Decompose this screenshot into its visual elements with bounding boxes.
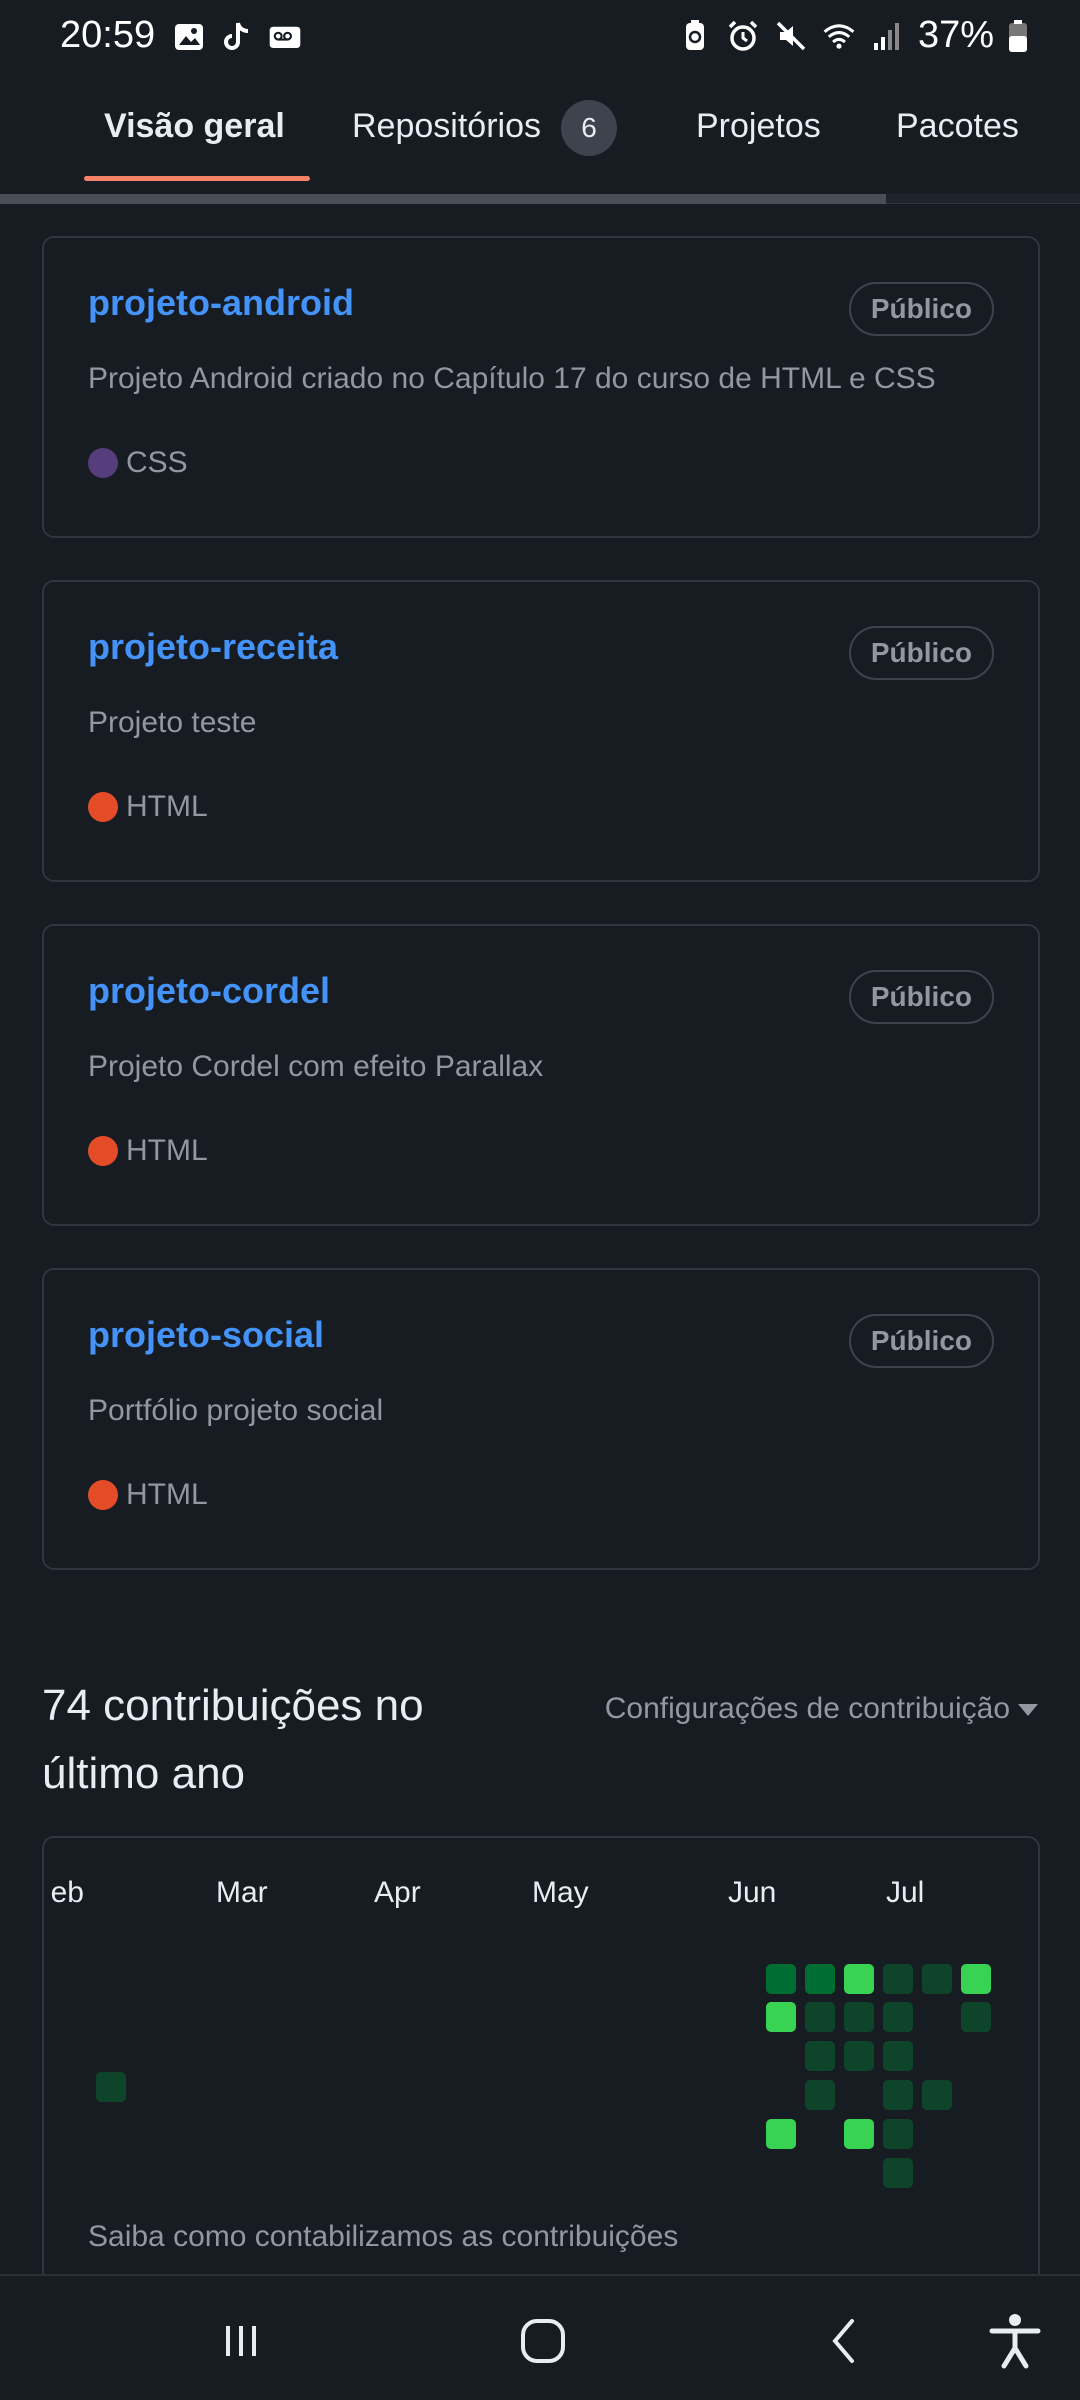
repo-language: HTML <box>88 1134 208 1168</box>
repo-count-badge: 6 <box>560 100 617 157</box>
status-time: 20:59 <box>60 14 156 56</box>
contribution-day-cell[interactable] <box>883 2119 913 2149</box>
contribution-day-cell[interactable] <box>844 2119 874 2149</box>
tiktok-icon <box>224 22 249 50</box>
repo-language: HTML <box>88 1478 208 1512</box>
contribution-day-cell[interactable] <box>883 2002 913 2032</box>
visibility-badge: Público <box>848 282 994 336</box>
repo-name-link[interactable]: projeto-receita <box>88 626 338 668</box>
repo-name-link[interactable]: projeto-cordel <box>88 970 330 1012</box>
battery-saver-icon <box>685 19 704 50</box>
repo-name-link[interactable]: projeto-social <box>88 1314 324 1356</box>
contribution-day-cell[interactable] <box>844 2002 874 2032</box>
contribution-day-cell[interactable] <box>883 2041 913 2071</box>
contribution-day-cell[interactable] <box>766 2119 796 2149</box>
voicemail-icon <box>269 26 301 49</box>
gallery-icon <box>175 24 203 50</box>
home-icon[interactable] <box>508 2306 578 2376</box>
recent-apps-icon[interactable] <box>206 2306 276 2376</box>
repo-name-link[interactable]: projeto-android <box>88 282 354 324</box>
contribution-day-cell[interactable] <box>805 2080 835 2110</box>
month-label: Apr <box>374 1876 421 1909</box>
language-color-dot <box>88 1136 118 1166</box>
repo-card[interactable]: projeto-android Público Projeto Android … <box>42 236 1040 538</box>
repo-card[interactable]: projeto-receita Público Projeto teste HT… <box>42 580 1040 882</box>
visibility-badge: Público <box>848 626 994 680</box>
contribution-day-cell[interactable] <box>961 2002 991 2032</box>
language-color-dot <box>88 448 118 478</box>
active-tab-indicator <box>84 176 310 181</box>
profile-tabs: Visão geral Repositórios 6 Projetos Pacot… <box>0 78 1080 204</box>
repo-language: HTML <box>88 790 208 824</box>
month-label: Jul <box>886 1876 925 1909</box>
repo-card[interactable]: projeto-social Público Portfólio projeto… <box>42 1268 1040 1570</box>
contribution-day-cell[interactable] <box>883 1964 913 1994</box>
contribution-day-cell[interactable] <box>766 1964 796 1994</box>
contribution-day-cell[interactable] <box>805 2041 835 2071</box>
back-icon[interactable] <box>810 2306 880 2376</box>
contribution-day-cell[interactable] <box>961 1964 991 1994</box>
repo-description: Projeto Android criado no Capítulo 17 do… <box>88 362 936 395</box>
language-color-dot <box>88 1480 118 1510</box>
month-label: eb <box>50 1876 84 1909</box>
contribution-day-cell[interactable] <box>805 2002 835 2032</box>
accessibility-icon[interactable] <box>980 2306 1050 2376</box>
alarm-icon <box>728 20 758 51</box>
signal-icon <box>873 22 899 50</box>
contribution-day-cell[interactable] <box>96 2072 126 2102</box>
tab-repositories[interactable]: Repositórios 6 <box>352 96 617 157</box>
battery-icon <box>1009 19 1027 52</box>
contribution-day-cell[interactable] <box>922 2080 952 2110</box>
contribution-day-cell[interactable] <box>805 1964 835 1994</box>
wifi-icon <box>823 23 855 49</box>
contribution-day-cell[interactable] <box>883 2158 913 2188</box>
status-bar: 20:59 37% <box>0 0 1080 78</box>
contribution-day-cell[interactable] <box>844 1964 874 1994</box>
visibility-badge: Público <box>848 1314 994 1368</box>
tab-packages[interactable]: Pacotes <box>896 96 1019 156</box>
repo-description: Projeto Cordel com efeito Parallax <box>88 1050 544 1083</box>
month-label: Mar <box>216 1876 268 1909</box>
repo-card[interactable]: projeto-cordel Público Projeto Cordel co… <box>42 924 1040 1226</box>
tab-projects[interactable]: Projetos <box>696 96 821 156</box>
contribution-day-cell[interactable] <box>883 2080 913 2110</box>
mute-icon <box>776 21 806 50</box>
tabs-scrollbar-thumb[interactable] <box>0 194 886 204</box>
visibility-badge: Público <box>848 970 994 1024</box>
caret-down-icon <box>1018 1704 1038 1717</box>
language-color-dot <box>88 792 118 822</box>
repo-description: Projeto teste <box>88 706 257 739</box>
battery-percent: 37% <box>917 14 994 56</box>
repo-language: CSS <box>88 446 188 480</box>
system-nav-bar <box>0 2274 1080 2400</box>
month-label: May <box>532 1876 589 1909</box>
contribution-day-cell[interactable] <box>922 1964 952 1994</box>
contributions-heading: 74 contribuições no último ano <box>42 1681 424 1798</box>
repo-description: Portfólio projeto social <box>88 1394 384 1427</box>
contribution-graph: eb Mar Apr May Jun Jul Saiba como contab… <box>42 1836 1040 2276</box>
learn-contributions-link[interactable]: Saiba como contabilizamos as contribuiçõ… <box>88 2220 678 2254</box>
contribution-settings-dropdown[interactable]: Configurações de contribuição <box>605 1692 1038 1726</box>
contribution-day-cell[interactable] <box>766 2002 796 2032</box>
month-label: Jun <box>728 1876 777 1909</box>
tab-overview[interactable]: Visão geral <box>104 96 285 156</box>
contribution-day-cell[interactable] <box>844 2041 874 2071</box>
